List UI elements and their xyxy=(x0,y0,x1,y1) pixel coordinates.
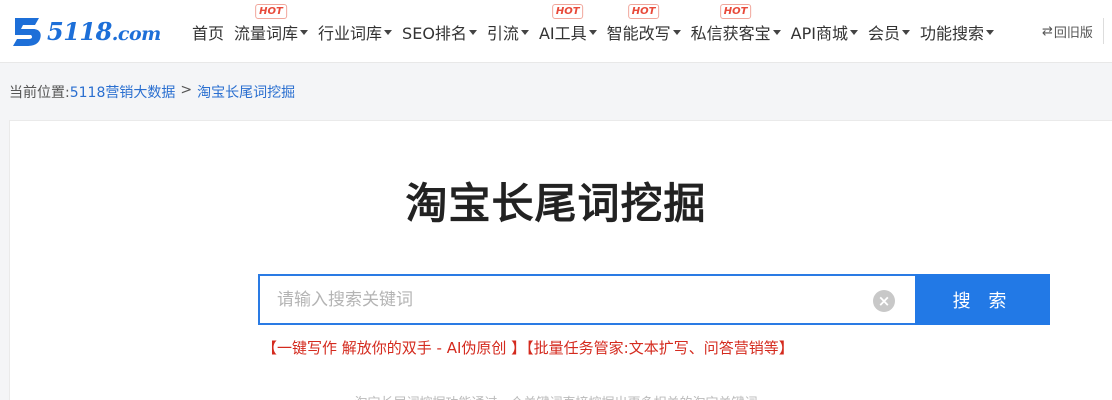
caret-down-icon xyxy=(384,29,393,35)
logo-mark-icon xyxy=(13,18,41,46)
caret-down-icon xyxy=(772,29,781,35)
nav-item-label: SEO排名 xyxy=(402,23,467,43)
breadcrumb-separator: > xyxy=(180,82,193,98)
breadcrumb-prefix: 当前位置: xyxy=(9,85,70,101)
promo-links: 【一键写作 解放你的双手 - AI伪原创 】【批量任务管家:文本扩写、问答营销等… xyxy=(262,337,794,358)
nav-item-10[interactable]: 功能搜索 xyxy=(920,0,994,63)
search-box: × xyxy=(258,274,915,325)
nav-item-5[interactable]: AI工具 HOT xyxy=(539,0,597,63)
tool-description: 淘宝长尾词挖掘功能通过一个关键词直接挖掘出更多相关的淘宝关键词 xyxy=(0,392,1112,400)
caret-down-icon xyxy=(300,29,309,35)
hot-badge: HOT xyxy=(627,4,660,19)
nav-item-label: 流量词库 xyxy=(234,23,299,43)
nav-item-label: AI工具 xyxy=(538,23,587,43)
hot-badge: HOT xyxy=(719,4,752,19)
nav-item-8[interactable]: API商城 xyxy=(791,0,858,63)
hot-badge: HOT xyxy=(551,4,584,19)
nav-item-1[interactable]: 流量词库 HOT xyxy=(234,0,309,63)
nav-item-label: API商城 xyxy=(790,23,848,43)
nav-item-2[interactable]: 行业词库 xyxy=(318,0,393,63)
caret-down-icon xyxy=(588,29,597,35)
nav-item-4[interactable]: 引流 xyxy=(487,0,529,63)
nav-item-label: 私信获客宝 xyxy=(690,23,771,43)
search-input[interactable] xyxy=(260,276,860,323)
nav-item-7[interactable]: 私信获客宝 HOT xyxy=(691,0,781,63)
nav-item-label: 智能改写 xyxy=(606,23,671,43)
caret-down-icon xyxy=(986,29,994,35)
nav-item-9[interactable]: 会员 xyxy=(868,0,910,63)
nav-item-6[interactable]: 智能改写 HOT xyxy=(607,0,681,63)
hot-badge: HOT xyxy=(255,4,287,19)
caret-down-icon xyxy=(901,29,910,35)
nav-item-3[interactable]: SEO排名 xyxy=(402,0,477,63)
nav-item-label: 首页 xyxy=(192,23,225,43)
main-card xyxy=(9,120,1112,400)
caret-down-icon xyxy=(849,29,858,35)
caret-down-icon xyxy=(468,29,477,35)
header-divider xyxy=(1103,18,1104,44)
top-header: 5118.com 首页 流量词库 HOT 行业词库 SEO排名 引流 AI工具 HOT 智能改写… xyxy=(0,0,1112,63)
search-bar: × 搜 索 xyxy=(258,274,1050,325)
nav-item-label: 会员 xyxy=(867,23,900,43)
caret-down-icon xyxy=(672,29,681,35)
back-to-old-version-link[interactable]: ⇄ 回旧版 xyxy=(1042,22,1093,41)
breadcrumb: 当前位置: 5118营销大数据 > 淘宝长尾词挖掘 xyxy=(9,82,295,102)
nav-item-label: 引流 xyxy=(486,23,519,43)
nav-item-label: 行业词库 xyxy=(318,23,383,43)
breadcrumb-link-home[interactable]: 5118营销大数据 xyxy=(70,82,176,102)
swap-arrows-icon: ⇄ xyxy=(1042,24,1053,39)
logo-text: 5118.com xyxy=(47,16,161,46)
nav-item-label: 功能搜索 xyxy=(919,23,984,43)
search-button[interactable]: 搜 索 xyxy=(915,274,1050,325)
promo-ai-rewrite-link[interactable]: 【一键写作 解放你的双手 - AI伪原创 】 xyxy=(262,339,526,357)
promo-batch-task-link[interactable]: 【批量任务管家:文本扩写、问答营销等】 xyxy=(526,339,794,357)
clear-icon[interactable]: × xyxy=(873,290,895,312)
page-title: 淘宝长尾词挖掘 xyxy=(405,179,707,228)
breadcrumb-link-current[interactable]: 淘宝长尾词挖掘 xyxy=(197,82,295,102)
nav-item-0[interactable]: 首页 xyxy=(192,0,224,63)
back-old-label: 回旧版 xyxy=(1053,26,1093,41)
site-logo[interactable]: 5118.com xyxy=(9,14,161,48)
caret-down-icon xyxy=(520,29,529,35)
main-nav: 首页 流量词库 HOT 行业词库 SEO排名 引流 AI工具 HOT 智能改写 HOT 私信获客宝 H… xyxy=(192,0,1004,63)
